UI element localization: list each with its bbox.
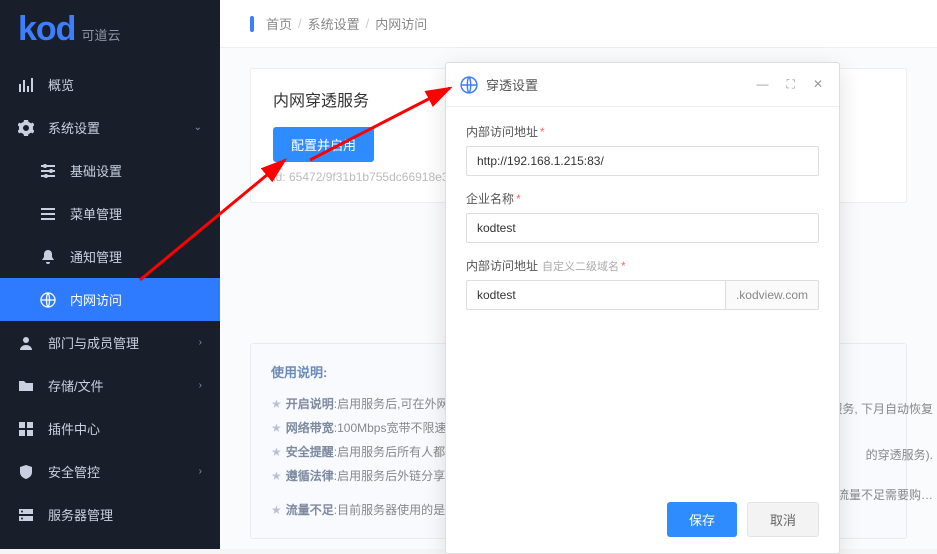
sidebar-item-menu-manage[interactable]: 菜单管理 — [0, 192, 220, 235]
company-name-input[interactable] — [466, 213, 819, 243]
bars-icon — [18, 77, 34, 93]
dialog-footer: 保存 取消 — [446, 490, 839, 553]
menu-icon — [40, 206, 56, 222]
sidebar-item-label: 存储/文件 — [48, 376, 104, 395]
subdomain-input[interactable] — [466, 280, 726, 310]
folder-icon — [18, 378, 34, 394]
sidebar-item-intranet-access[interactable]: 内网访问 — [0, 278, 220, 321]
url-field-label: 内部访问地址* — [466, 123, 819, 140]
sidebar-item-overview[interactable]: 概览 — [0, 63, 220, 106]
bell-icon — [40, 249, 56, 265]
domain-field-label: 内部访问地址自定义二级域名* — [466, 257, 819, 274]
configure-enable-button[interactable]: 配置并启用 — [273, 127, 374, 162]
sidebar: kod 可道云 概览 系统设置 ⌄ 基础设置 菜单管理 通知管理 内网访问 部门… — [0, 0, 220, 549]
breadcrumb-bar — [250, 16, 254, 32]
maximize-icon[interactable]: ⛶ — [785, 75, 797, 94]
dialog-body: 内部访问地址* 企业名称* 内部访问地址自定义二级域名* .kodview.co… — [446, 107, 839, 330]
globe-icon — [40, 292, 56, 308]
minimize-icon[interactable]: — — [755, 75, 771, 94]
logo-subtext: 可道云 — [81, 25, 120, 44]
breadcrumb-sep: / — [366, 16, 370, 31]
sidebar-item-security[interactable]: 安全管控 › — [0, 450, 220, 493]
sidebar-item-label: 安全管控 — [48, 462, 100, 481]
sidebar-item-server-manage[interactable]: 服务器管理 — [0, 493, 220, 536]
company-field-label: 企业名称* — [466, 190, 819, 207]
sidebar-item-label: 插件中心 — [48, 419, 100, 438]
close-icon[interactable]: ✕ — [811, 75, 825, 94]
sidebar-item-label: 通知管理 — [70, 247, 122, 266]
breadcrumb: 首页 / 系统设置 / 内网访问 — [220, 0, 937, 48]
server-icon — [18, 507, 34, 523]
chevron-right-icon: › — [199, 466, 202, 477]
sidebar-item-label: 内网访问 — [70, 290, 122, 309]
sidebar-item-label: 服务器管理 — [48, 505, 113, 524]
sidebar-item-storage-files[interactable]: 存储/文件 › — [0, 364, 220, 407]
sidebar-item-settings[interactable]: 系统设置 ⌄ — [0, 106, 220, 149]
logo-text: kod — [18, 10, 75, 49]
chevron-right-icon: › — [199, 380, 202, 391]
breadcrumb-home[interactable]: 首页 — [266, 14, 292, 33]
breadcrumb-current: 内网访问 — [375, 14, 427, 33]
sidebar-item-label: 基础设置 — [70, 161, 122, 180]
breadcrumb-settings[interactable]: 系统设置 — [308, 14, 360, 33]
tunnel-settings-dialog: 穿透设置 — ⛶ ✕ 内部访问地址* 企业名称* 内部访问地址自定义二级域名* … — [445, 62, 840, 554]
sidebar-item-label: 部门与成员管理 — [48, 333, 139, 352]
globe-icon — [460, 76, 478, 94]
chevron-down-icon: ⌄ — [194, 122, 202, 133]
sidebar-item-basic-settings[interactable]: 基础设置 — [0, 149, 220, 192]
cancel-button[interactable]: 取消 — [747, 502, 819, 537]
gear-icon — [18, 120, 34, 136]
sidebar-item-dept-members[interactable]: 部门与成员管理 › — [0, 321, 220, 364]
sidebar-item-label: 系统设置 — [48, 118, 100, 137]
dialog-title: 穿透设置 — [486, 75, 755, 94]
info-tail: 的穿透服务). — [866, 446, 933, 463]
save-button[interactable]: 保存 — [667, 502, 737, 537]
grid-icon — [18, 421, 34, 437]
domain-suffix: .kodview.com — [726, 280, 819, 310]
logo: kod 可道云 — [0, 0, 220, 63]
chevron-right-icon: › — [199, 337, 202, 348]
user-icon — [18, 335, 34, 351]
breadcrumb-sep: / — [298, 16, 302, 31]
dialog-header: 穿透设置 — ⛶ ✕ — [446, 63, 839, 107]
sliders-icon — [40, 163, 56, 179]
sidebar-item-notify-manage[interactable]: 通知管理 — [0, 235, 220, 278]
internal-url-input[interactable] — [466, 146, 819, 176]
shield-icon — [18, 464, 34, 480]
sidebar-item-plugin-center[interactable]: 插件中心 — [0, 407, 220, 450]
sidebar-item-label: 概览 — [48, 75, 74, 94]
sidebar-item-label: 菜单管理 — [70, 204, 122, 223]
